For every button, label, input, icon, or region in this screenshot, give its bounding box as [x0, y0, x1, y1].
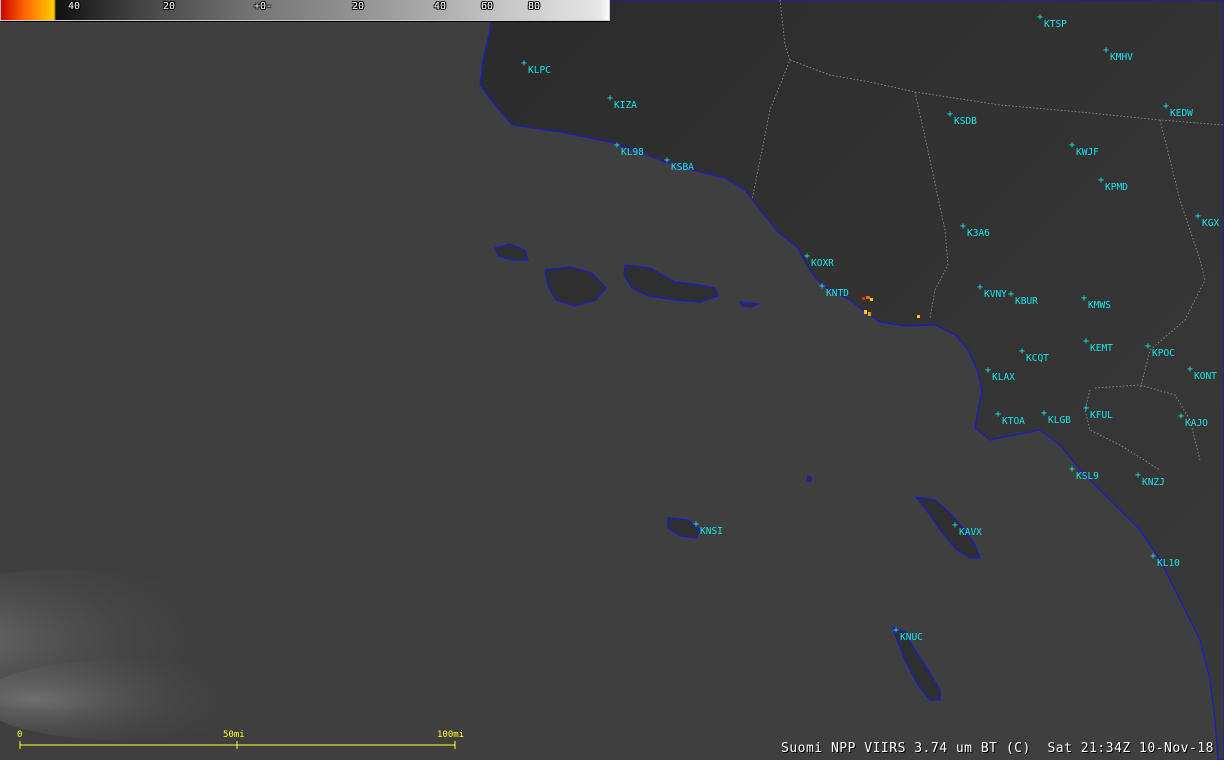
station-label: KNZJ — [1142, 477, 1165, 488]
color-bar-frame — [0, 0, 610, 21]
station-label: KCQT — [1026, 353, 1049, 364]
station-label: KL98 — [621, 147, 644, 158]
station-plus-icon: + — [1178, 411, 1184, 422]
station-label: KSL9 — [1076, 471, 1099, 482]
station-plus-icon: + — [1083, 336, 1089, 347]
image-caption: Suomi NPP VIIRS 3.74 um BT (C) Sat 21:34… — [781, 741, 1214, 756]
satellite-map[interactable]: +KTSP+KMHV+KEDW+KLPC+KIZA+KSDB+KL98+KSBA… — [0, 0, 1224, 760]
station-plus-icon: + — [1163, 101, 1169, 112]
station-label: KTOA — [1002, 416, 1025, 427]
station-label: KWJF — [1076, 147, 1099, 158]
station-label: KEMT — [1090, 343, 1113, 354]
station-label: KFUL — [1090, 410, 1113, 421]
station-plus-icon: + — [1195, 211, 1201, 222]
color-bar-tick: 40 — [68, 1, 81, 12]
color-bar-tick: 40 — [434, 1, 447, 12]
station-plus-icon: + — [1135, 470, 1141, 481]
station-plus-icon: + — [1187, 364, 1193, 375]
station-label: KAJO — [1185, 418, 1208, 429]
station-plus-icon: + — [1069, 140, 1075, 151]
station-label: KMWS — [1088, 300, 1111, 311]
station-label: KLAX — [992, 372, 1015, 383]
station-label: KIZA — [614, 100, 637, 111]
station-label: KLPC — [528, 65, 551, 76]
station-plus-icon: + — [1008, 289, 1014, 300]
station-plus-icon: + — [952, 520, 958, 531]
station-label: KEDW — [1170, 108, 1193, 119]
station-plus-icon: + — [893, 625, 899, 636]
station-label: KOXR — [811, 258, 834, 269]
color-bar: 40 20 +0- 20 40 60 80 — [0, 0, 610, 22]
station-label: KMHV — [1110, 52, 1133, 63]
station-plus-icon: + — [1041, 408, 1047, 419]
station-plus-icon: + — [607, 93, 613, 104]
station-label: KL10 — [1157, 558, 1180, 569]
scale-label-0: 0 — [17, 730, 22, 740]
station-plus-icon: + — [693, 519, 699, 530]
station-label: K3A6 — [967, 228, 990, 239]
station-label: KLGB — [1048, 415, 1071, 426]
station-plus-icon: + — [1150, 551, 1156, 562]
station-plus-icon: + — [819, 281, 825, 292]
station-label: KGX — [1202, 218, 1219, 229]
station-label: KVNY — [984, 289, 1007, 300]
color-bar-tick: +0- — [254, 1, 273, 12]
scale-label-100mi: 100mi — [437, 730, 464, 740]
station-label: KPMD — [1105, 182, 1128, 193]
station-label: KAVX — [959, 527, 982, 538]
color-bar-tick: 20 — [163, 1, 176, 12]
station-plus-icon: + — [614, 140, 620, 151]
station-label: KNSI — [700, 526, 723, 537]
station-label: KNTD — [826, 288, 849, 299]
station-label: KNUC — [900, 632, 923, 643]
station-plus-icon: + — [960, 221, 966, 232]
station-plus-icon: + — [977, 282, 983, 293]
station-plus-icon: + — [1145, 341, 1151, 352]
station-label: KTSP — [1044, 19, 1067, 30]
color-bar-tick: 80 — [528, 1, 541, 12]
station-plus-icon: + — [1081, 293, 1087, 304]
station-plus-icon: + — [1103, 45, 1109, 56]
station-plus-icon: + — [804, 251, 810, 262]
station-plus-icon: + — [947, 109, 953, 120]
station-plus-icon: + — [985, 365, 991, 376]
station-label: KSBA — [671, 162, 694, 173]
station-label: KSDB — [954, 116, 977, 127]
color-bar-tick: 60 — [481, 1, 494, 12]
station-label: KBUR — [1015, 296, 1038, 307]
station-plus-icon: + — [995, 409, 1001, 420]
station-plus-icon: + — [664, 155, 670, 166]
station-plus-icon: + — [521, 58, 527, 69]
station-label: KPOC — [1152, 348, 1175, 359]
scale-label-50mi: 50mi — [223, 730, 245, 740]
station-plus-icon: + — [1098, 175, 1104, 186]
station-plus-icon: + — [1069, 464, 1075, 475]
station-plus-icon: + — [1019, 346, 1025, 357]
station-plus-icon: + — [1037, 12, 1043, 23]
color-bar-tick: 20 — [352, 1, 365, 12]
station-label: KONT — [1194, 371, 1217, 382]
station-plus-icon: + — [1083, 403, 1089, 414]
